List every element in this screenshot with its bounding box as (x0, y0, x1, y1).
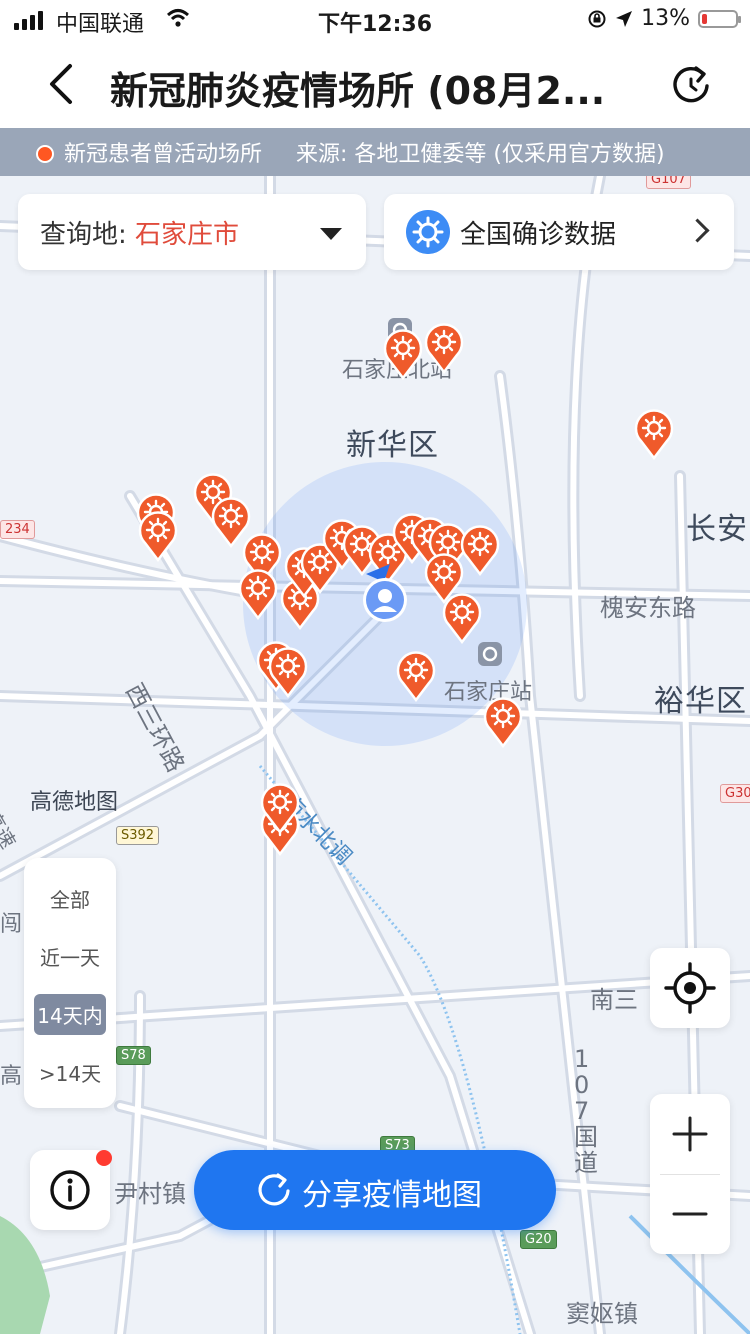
city-selector-value: 石家庄市 (135, 220, 240, 250)
info-button[interactable] (30, 1150, 112, 1230)
back-icon[interactable] (40, 60, 84, 108)
case-location-pin[interactable] (424, 322, 464, 374)
case-location-pin[interactable] (396, 650, 436, 702)
map-watermark: 高德地图 (30, 790, 119, 815)
battery-percent: 13% (641, 6, 690, 31)
page-title: 新冠肺炎疫情场所 (08月2... (110, 69, 606, 113)
road-shield: G30 (720, 784, 750, 803)
virus-icon (406, 210, 450, 254)
info-strip: 新冠患者曾活动场所 来源: 各地卫健委等 (仅采用官方数据) (0, 128, 750, 176)
road-shield: 234 (0, 520, 35, 539)
notification-badge (96, 1150, 112, 1166)
map-label-guodao: 107国道 (574, 1045, 598, 1177)
dropdown-arrow-icon (320, 228, 342, 240)
map-label-yincun: 尹村镇 (114, 1180, 186, 1208)
zoom-out-icon[interactable] (650, 1174, 730, 1254)
case-location-pin[interactable] (383, 328, 423, 380)
city-selector-label: 查询地: (40, 220, 127, 250)
case-location-pin[interactable] (260, 782, 300, 834)
national-data-button[interactable]: 全国确诊数据 (384, 194, 734, 270)
filter-all[interactable]: 全部 (24, 884, 116, 913)
map-label-douyu: 窦妪镇 (566, 1300, 638, 1328)
map-label-yuhua: 裕华区 (654, 684, 747, 719)
road-shield: G107 (646, 176, 691, 189)
share-icon (258, 1173, 290, 1206)
map-label-nansan: 南三 (590, 986, 638, 1014)
city-selector[interactable]: 查询地: 石家庄市 (18, 194, 366, 270)
case-location-pin[interactable] (634, 408, 674, 460)
crosshair-icon (664, 962, 716, 1014)
map-label-huaian-road: 槐安东路 (600, 594, 696, 622)
filter-14-days[interactable]: 14天内 (34, 994, 106, 1035)
road-shield: G20 (520, 1230, 557, 1249)
legend-dot-icon (36, 145, 54, 163)
filter-over-14-days[interactable]: >14天 (24, 1058, 116, 1087)
case-location-pin[interactable] (460, 524, 500, 576)
battery-icon (698, 9, 741, 28)
case-location-pin[interactable] (268, 646, 308, 698)
case-location-pin[interactable] (442, 592, 482, 644)
station-icon (478, 642, 502, 666)
chevron-right-icon (685, 218, 710, 243)
data-source: 来源: 各地卫健委等 (仅采用官方数据) (296, 142, 665, 167)
zoom-controls (650, 1094, 730, 1254)
refresh-icon[interactable] (670, 64, 712, 106)
nav-bar: 新冠肺炎疫情场所 (08月2... (0, 40, 750, 128)
location-arrow-icon (616, 10, 633, 27)
case-location-pin[interactable] (238, 568, 278, 620)
user-location-icon (363, 564, 407, 622)
road-shield: S78 (116, 1046, 151, 1065)
case-location-pin[interactable] (138, 510, 178, 562)
status-bar: 中国联通 下午12:36 13% (0, 0, 750, 40)
map-label-xinhua: 新华区 (346, 428, 439, 463)
national-data-label: 全国确诊数据 (460, 220, 617, 250)
share-map-button[interactable]: 分享疫情地图 (194, 1150, 556, 1230)
road-shield: S392 (116, 826, 160, 845)
legend-item: 新冠患者曾活动场所 (36, 136, 262, 168)
case-location-pin[interactable] (483, 696, 523, 748)
time-filter-panel: 全部 近一天 14天内 >14天 (24, 858, 116, 1108)
map-label-edge-1: 闯 (0, 912, 23, 937)
share-map-label: 分享疫情地图 (302, 1178, 482, 1213)
locate-button[interactable] (650, 948, 730, 1028)
filter-one-day[interactable]: 近一天 (24, 942, 116, 971)
map-label-edge-2: 高 (0, 1064, 23, 1089)
map-label-changan: 长安 (686, 512, 748, 547)
rotation-lock-icon (588, 10, 606, 27)
zoom-in-icon[interactable] (650, 1094, 730, 1174)
